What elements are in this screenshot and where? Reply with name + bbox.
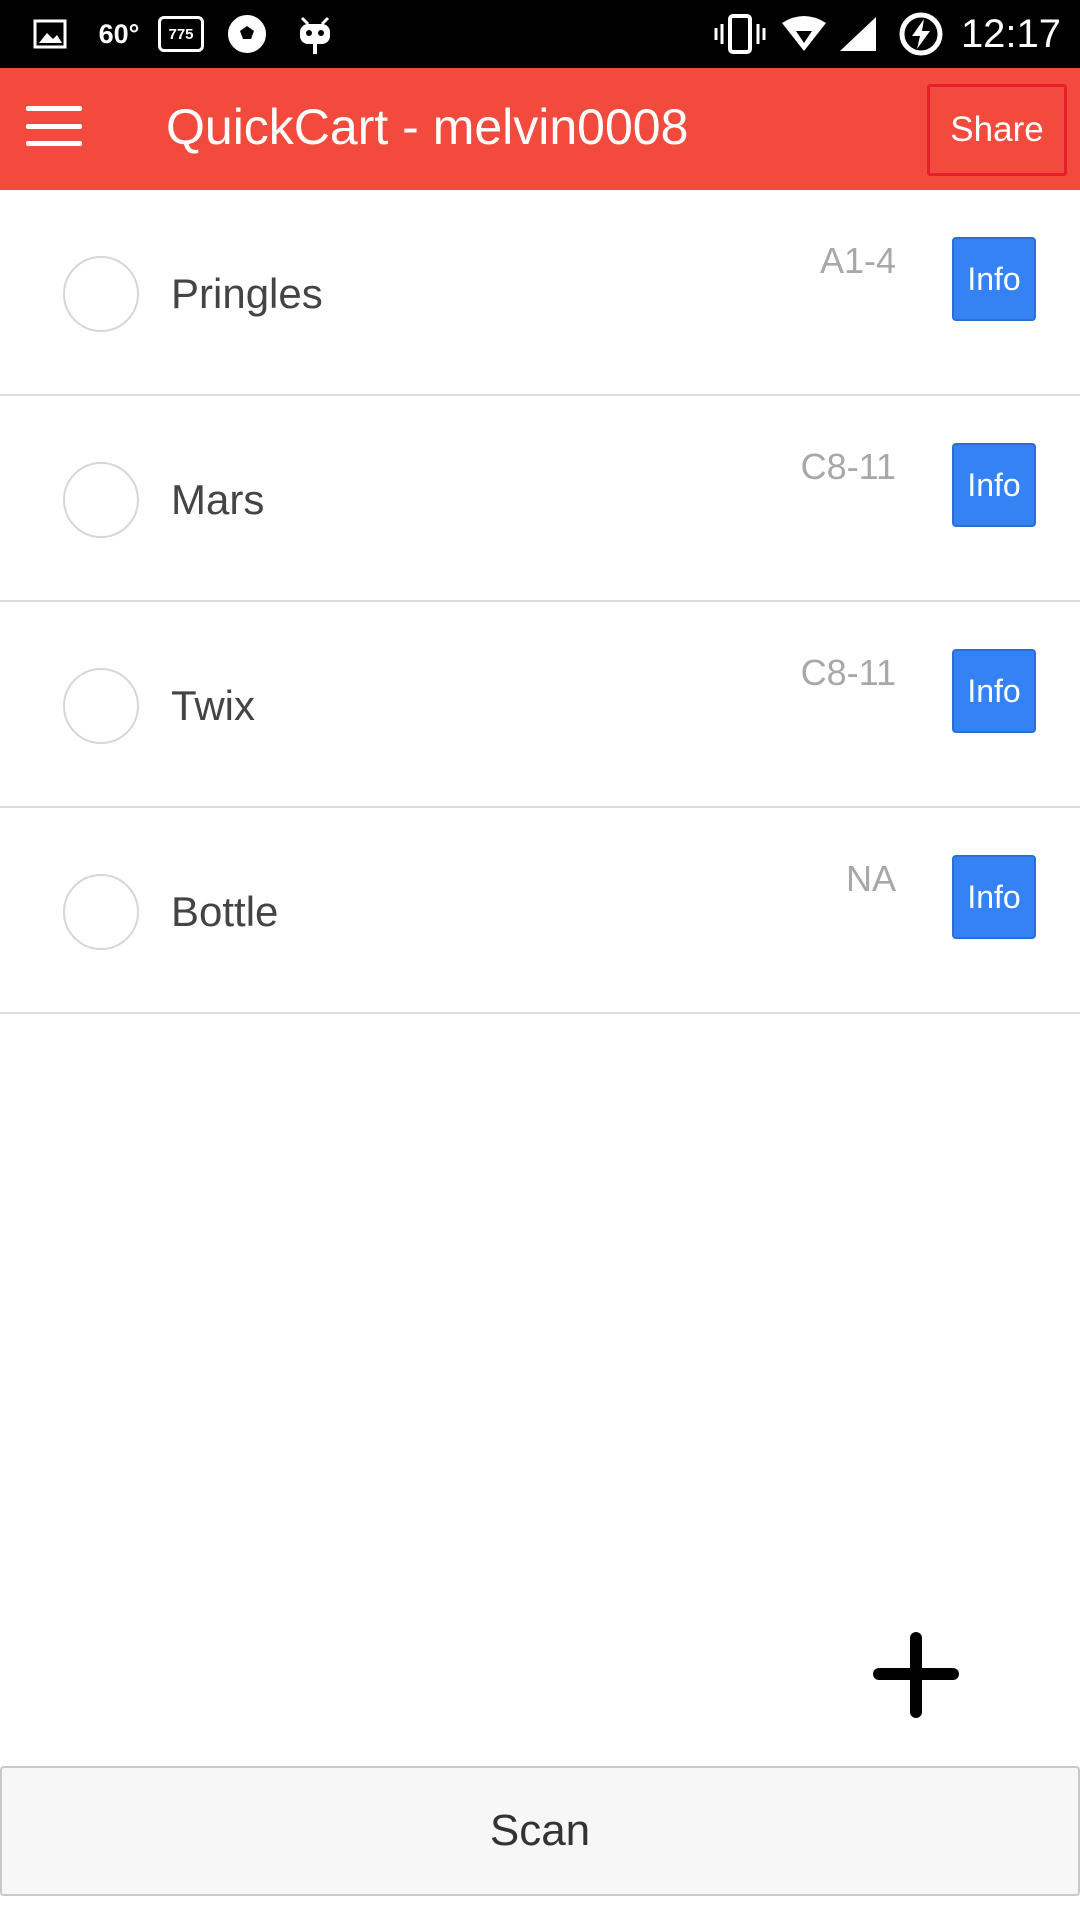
android-icon — [292, 0, 338, 68]
item-location: C8-11 — [800, 446, 896, 487]
info-button[interactable]: Info — [952, 649, 1036, 733]
list-item: Bottle NA Info — [0, 808, 1080, 1014]
item-location: C8-11 — [800, 652, 896, 693]
list-item: Pringles A1-4 Info — [0, 190, 1080, 396]
wifi-icon — [780, 0, 828, 68]
menu-icon[interactable] — [26, 104, 84, 148]
item-name: Mars — [171, 476, 265, 523]
soccer-ball-icon — [224, 0, 270, 68]
image-icon — [30, 0, 70, 68]
info-button[interactable]: Info — [952, 443, 1036, 527]
check-circle[interactable] — [63, 668, 139, 744]
item-name: Twix — [171, 682, 255, 729]
item-location: NA — [845, 858, 896, 899]
item-location: A1-4 — [819, 240, 896, 281]
app-bar: QuickCart - melvin0008 Share — [0, 68, 1080, 190]
status-bar: 60° 775 12:17 — [0, 0, 1080, 68]
item-name: Pringles — [171, 270, 323, 317]
vibrate-icon — [712, 0, 768, 68]
counter-icon: 775 — [156, 0, 206, 68]
clock-time: 12:17 — [960, 11, 1062, 56]
check-circle[interactable] — [63, 256, 139, 332]
item-name: Bottle — [171, 888, 279, 935]
info-button[interactable]: Info — [952, 237, 1036, 321]
share-button[interactable]: Share — [927, 84, 1067, 176]
page-title: QuickCart - melvin0008 — [166, 99, 689, 155]
add-item-button[interactable] — [873, 1632, 959, 1718]
check-circle[interactable] — [63, 462, 139, 538]
scan-button[interactable]: Scan — [0, 1766, 1080, 1896]
counter-value: 775 — [158, 16, 204, 52]
info-button[interactable]: Info — [952, 855, 1036, 939]
signal-icon — [836, 0, 880, 68]
temperature-text: 60° — [98, 18, 140, 49]
battery-charging-icon — [896, 0, 946, 68]
list-item: Mars C8-11 Info — [0, 396, 1080, 602]
check-circle[interactable] — [63, 874, 139, 950]
list-item: Twix C8-11 Info — [0, 602, 1080, 808]
shopping-list: Pringles A1-4 Info Mars C8-11 Info Twix … — [0, 190, 1080, 1014]
